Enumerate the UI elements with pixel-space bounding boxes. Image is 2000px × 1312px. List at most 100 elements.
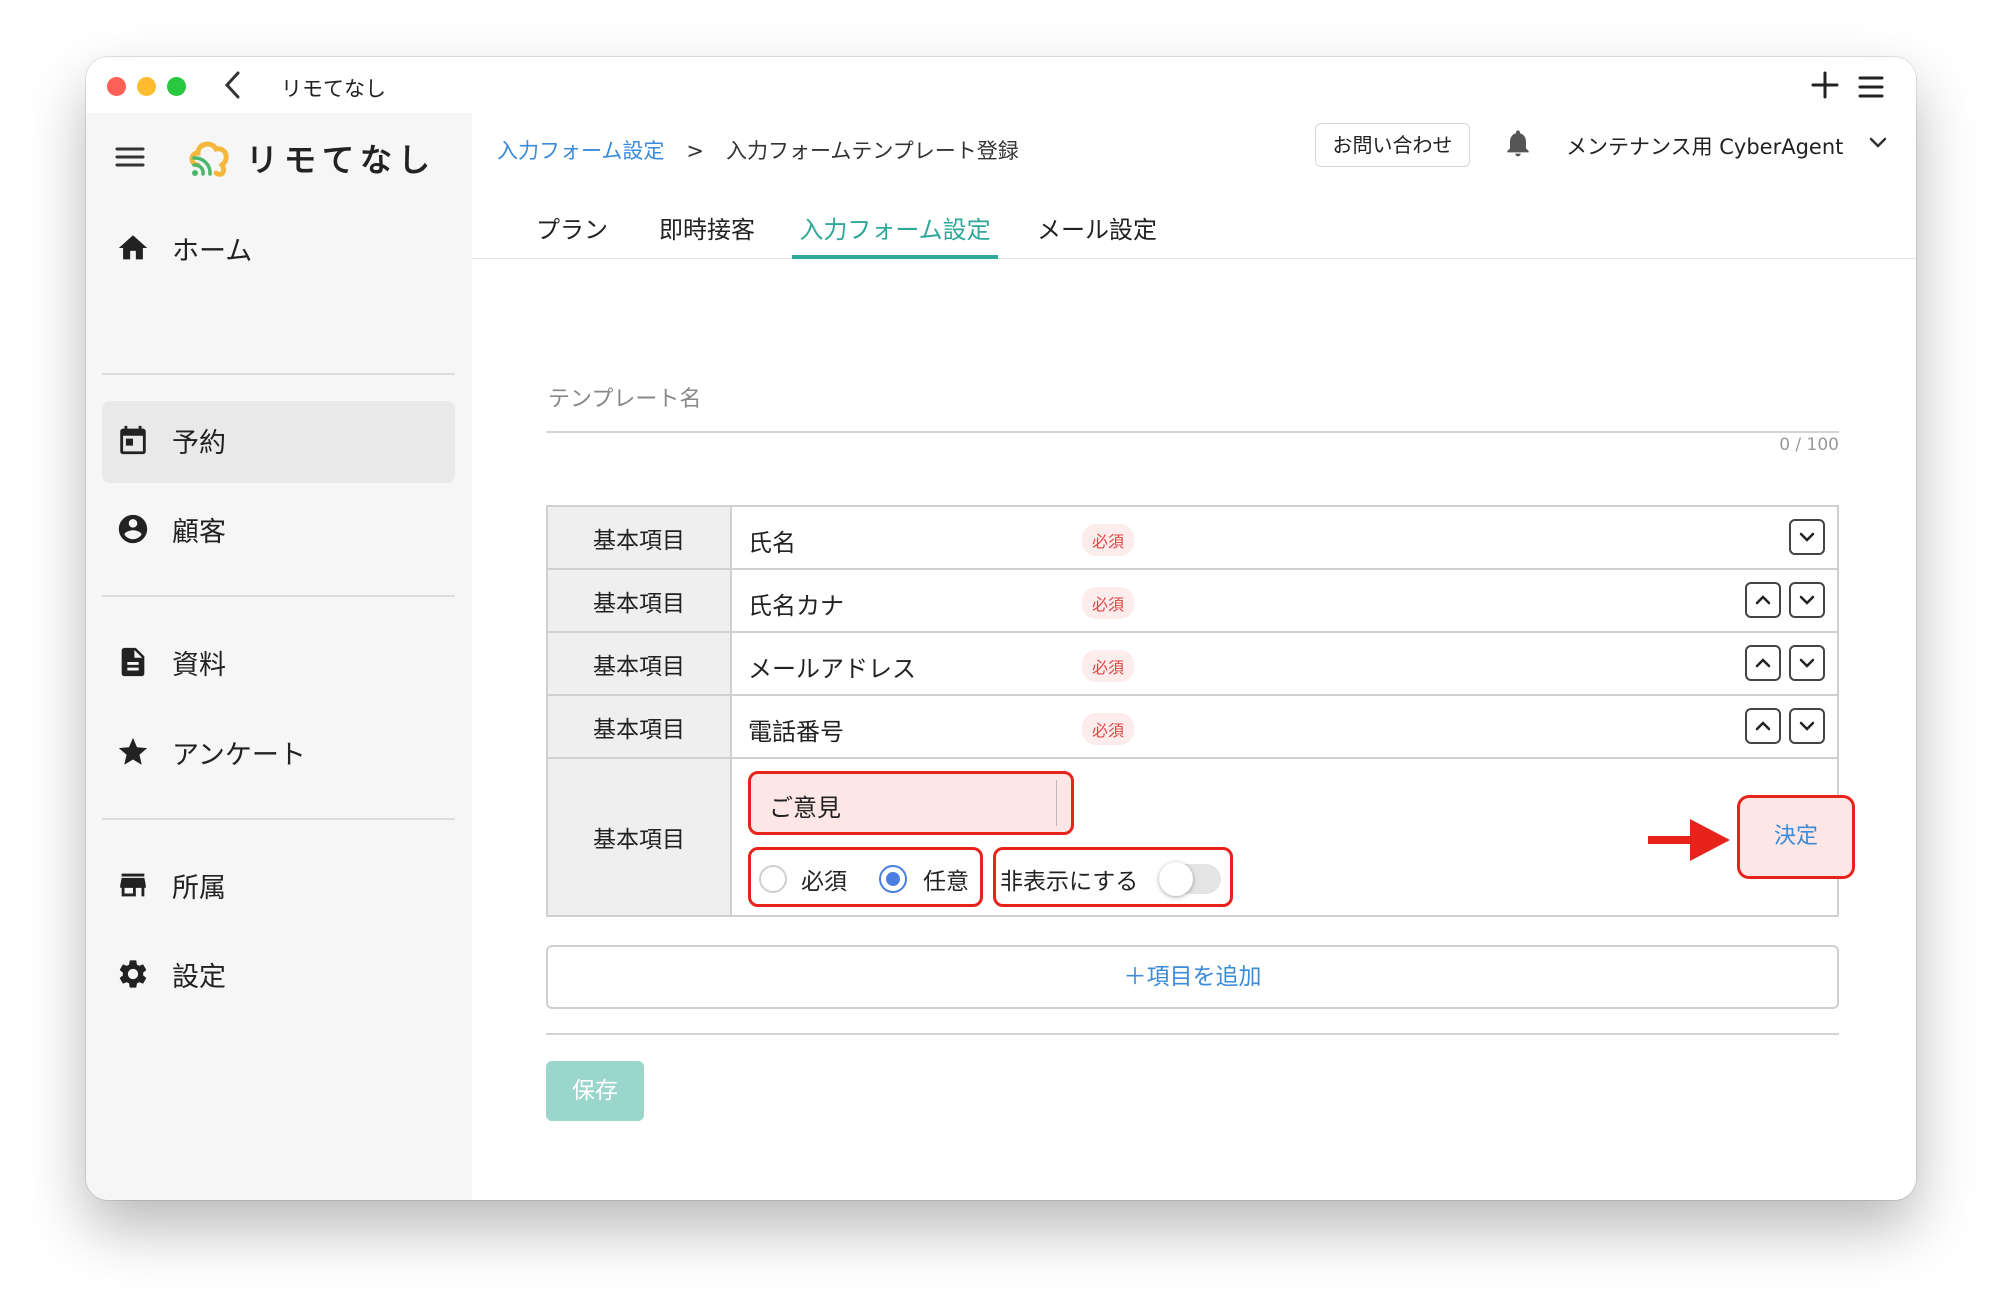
chevron-down-icon (1799, 721, 1815, 731)
row-category: 基本項目 (548, 507, 732, 568)
close-window-button[interactable] (107, 77, 126, 96)
row-field-name: 氏名カナ (748, 592, 844, 620)
move-down-button[interactable] (1789, 645, 1825, 681)
sidebar: リモてなし ホーム 予約 顧客 資料 アンケート 所属 設定 (86, 113, 472, 1200)
breadcrumb-link-form-settings[interactable]: 入力フォーム設定 (497, 139, 664, 163)
required-badge: 必須 (1082, 713, 1135, 745)
bell-icon[interactable] (1502, 127, 1534, 159)
save-button[interactable]: 保存 (546, 1061, 644, 1121)
tab-bar: プラン 即時接客 入力フォーム設定 メール設定 (472, 201, 1916, 259)
sidebar-item-documents[interactable]: 資料 (102, 623, 455, 705)
red-arrow-icon (1646, 815, 1732, 865)
add-item-button[interactable]: ＋項目を追加 (546, 945, 1839, 1009)
tab-instant-service[interactable]: 即時接客 (652, 201, 762, 259)
sidebar-item-customers[interactable]: 顧客 (102, 490, 455, 572)
switch-knob (1159, 862, 1193, 896)
app-window: リモてなし リモてなし ホーム 予約 顧客 資料 アンケート 所属 設定 入力フ… (86, 57, 1916, 1200)
chevron-up-icon (1755, 721, 1771, 731)
sidebar-item-label: 顧客 (172, 517, 226, 548)
sidebar-divider (102, 373, 455, 375)
hide-toggle-group: 非表示にする (993, 847, 1233, 907)
contact-button[interactable]: お問い合わせ (1315, 123, 1470, 167)
store-icon (116, 868, 150, 902)
chevron-down-icon (1799, 595, 1815, 605)
required-badge: 必須 (1082, 650, 1135, 682)
required-badge: 必須 (1082, 524, 1135, 556)
row-category: 基本項目 (548, 759, 732, 915)
radio-optional-label[interactable]: 任意 (923, 862, 969, 896)
plus-icon[interactable] (1810, 65, 1840, 114)
sidebar-divider (102, 818, 455, 820)
account-circle-icon (116, 512, 150, 546)
sidebar-item-affiliation[interactable]: 所属 (102, 846, 455, 928)
sidebar-divider (102, 595, 455, 597)
table-row: 基本項目 電話番号 必須 (548, 696, 1837, 759)
row-field-name: 電話番号 (748, 718, 844, 746)
user-menu[interactable]: メンテナンス用 CyberAgent (1566, 131, 1843, 161)
tab-mail-settings[interactable]: メール設定 (1028, 201, 1166, 259)
chevron-left-icon[interactable] (220, 67, 246, 111)
template-name-underline (546, 431, 1839, 433)
tab-plan[interactable]: プラン (526, 201, 618, 259)
chevron-up-icon (1755, 595, 1771, 605)
hamburger-icon[interactable] (114, 139, 146, 183)
required-badge: 必須 (1082, 587, 1135, 619)
row-field-name: 氏名 (748, 529, 796, 557)
breadcrumb-separator: > (686, 139, 704, 163)
field-name-input[interactable]: ご意見 (748, 771, 1074, 835)
title-bar: リモてなし (86, 57, 1916, 113)
sidebar-item-label: アンケート (172, 740, 306, 771)
table-row-editing: 基本項目 ご意見 必須 任意 非表示にする 決定 (548, 759, 1855, 915)
breadcrumb-current: 入力フォームテンプレート登録 (725, 139, 1019, 163)
hide-toggle-switch[interactable] (1159, 862, 1221, 896)
move-up-button[interactable] (1745, 708, 1781, 744)
chevron-down-icon (1799, 532, 1815, 542)
chevron-down-icon (1799, 658, 1815, 668)
required-radio-group: 必須 任意 (748, 847, 983, 907)
sidebar-item-label: 予約 (172, 428, 226, 459)
table-row: 基本項目 氏名 必須 (548, 507, 1837, 570)
breadcrumb: 入力フォーム設定 > 入力フォームテンプレート登録 (497, 135, 1019, 165)
radio-required-label[interactable]: 必須 (801, 862, 847, 896)
form-items-table: 基本項目 氏名 必須 基本項目 氏名カナ 必須 基本項目 メールアドレス 必須 … (546, 505, 1855, 917)
sidebar-item-reservation[interactable]: 予約 (102, 401, 455, 483)
chevron-up-icon (1755, 658, 1771, 668)
sidebar-item-home[interactable]: ホーム (102, 209, 455, 291)
radio-optional[interactable] (879, 865, 907, 893)
move-up-button[interactable] (1745, 645, 1781, 681)
move-down-button[interactable] (1789, 519, 1825, 555)
decide-button[interactable]: 決定 (1737, 795, 1855, 879)
table-row: 基本項目 氏名カナ 必須 (548, 570, 1837, 633)
row-category: 基本項目 (548, 633, 732, 694)
zoom-window-button[interactable] (167, 77, 186, 96)
section-divider (546, 1033, 1839, 1035)
row-field-name: メールアドレス (748, 655, 916, 683)
row-category: 基本項目 (548, 570, 732, 631)
sidebar-item-settings[interactable]: 設定 (102, 935, 455, 1017)
move-up-button[interactable] (1745, 582, 1781, 618)
row-category: 基本項目 (548, 696, 732, 757)
sidebar-item-label: 資料 (172, 650, 226, 681)
move-down-button[interactable] (1789, 708, 1825, 744)
main-content: 入力フォーム設定 > 入力フォームテンプレート登録 お問い合わせ メンテナンス用 C… (472, 113, 1916, 1200)
home-icon (116, 231, 150, 265)
tab-form-settings[interactable]: 入力フォーム設定 (792, 201, 998, 259)
document-icon (116, 645, 150, 679)
remotenashi-logo (186, 135, 232, 181)
chevron-down-icon[interactable] (1867, 131, 1889, 153)
sidebar-item-survey[interactable]: アンケート (102, 713, 455, 795)
hide-toggle-label[interactable]: 非表示にする (1000, 862, 1138, 896)
minimize-window-button[interactable] (137, 77, 156, 96)
menu-icon[interactable] (1856, 67, 1886, 115)
gear-icon (116, 957, 150, 991)
sidebar-item-label: ホーム (172, 236, 253, 267)
template-name-input[interactable]: テンプレート名 (548, 381, 701, 413)
sidebar-item-label: 所属 (172, 873, 226, 904)
window-title: リモてなし (281, 77, 386, 101)
move-down-button[interactable] (1789, 582, 1825, 618)
radio-required[interactable] (759, 865, 787, 893)
sidebar-item-label: 設定 (172, 962, 226, 993)
brand-name: リモてなし (246, 141, 437, 179)
character-counter: 0 / 100 (1779, 435, 1839, 455)
calendar-icon (116, 423, 150, 457)
